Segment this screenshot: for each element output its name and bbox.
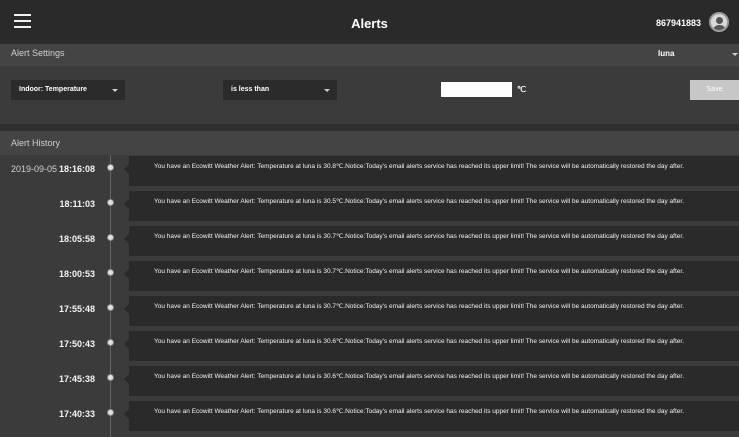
chevron-down-icon — [112, 89, 118, 92]
timeline-dot-icon — [107, 339, 114, 346]
entry-message: You have an Ecowitt Weather Alert: Tempe… — [124, 191, 739, 221]
unit-label: ℃ — [517, 85, 526, 94]
entry-time: 17:40:33 — [58, 409, 95, 419]
list-item: 17:40:33 You have an Ecowitt Weather Ale… — [0, 400, 739, 431]
entry-time: 18:00:53 — [58, 269, 95, 279]
chevron-down-icon — [324, 89, 330, 92]
timeline-dot-icon — [107, 234, 114, 241]
timeline-dot-icon — [107, 374, 114, 381]
alert-history-header: Alert History — [0, 131, 739, 155]
list-item: 17:45:38 You have an Ecowitt Weather Ale… — [0, 365, 739, 396]
parameter-select[interactable]: Indoor: Temperature — [11, 80, 125, 100]
entry-date: 2019-09-05 — [11, 164, 58, 174]
timeline-dot-icon — [107, 269, 114, 276]
timeline-dot-icon — [107, 164, 114, 171]
entry-message: You have an Ecowitt Weather Alert: Tempe… — [124, 331, 739, 361]
threshold-input[interactable] — [441, 82, 512, 97]
alert-history-list[interactable]: 2019-09-05 18:16:08 You have an Ecowitt … — [0, 155, 739, 437]
entry-time: 18:11:03 — [59, 199, 95, 209]
entry-message: You have an Ecowitt Weather Alert: Tempe… — [124, 261, 739, 291]
entry-time: 17:50:43 — [58, 339, 95, 349]
chevron-down-icon — [732, 53, 738, 56]
avatar-icon[interactable] — [709, 12, 729, 32]
condition-select-value: is less than — [231, 86, 270, 93]
station-select-value: luna — [658, 49, 675, 58]
entry-time: 17:55:48 — [58, 304, 95, 314]
list-item: 17:50:43 You have an Ecowitt Weather Ale… — [0, 330, 739, 361]
alert-settings-label: Alert Settings — [11, 48, 65, 58]
list-item: 18:11:03 You have an Ecowitt Weather Ale… — [0, 190, 739, 221]
parameter-select-value: Indoor: Temperature — [19, 86, 87, 93]
section-divider — [0, 124, 739, 131]
condition-select[interactable]: is less than — [223, 80, 337, 100]
alert-history-label: Alert History — [11, 138, 61, 148]
entry-message: You have an Ecowitt Weather Alert: Tempe… — [124, 226, 739, 256]
timeline-dot-icon — [107, 304, 114, 311]
top-bar: Alerts 867941883 — [0, 0, 739, 44]
entry-message: You have an Ecowitt Weather Alert: Tempe… — [124, 366, 739, 396]
list-item: 17:55:48 You have an Ecowitt Weather Ale… — [0, 295, 739, 326]
user-id[interactable]: 867941883 — [656, 18, 701, 28]
entry-time: 17:45:38 — [58, 374, 95, 384]
station-select[interactable]: luna — [652, 49, 739, 61]
page-title: Alerts — [351, 16, 388, 31]
save-button[interactable]: Save — [690, 80, 739, 100]
list-item: 18:05:58 You have an Ecowitt Weather Ale… — [0, 225, 739, 256]
alert-settings-form: Indoor: Temperature is less than ℃ Save — [0, 66, 739, 124]
list-item: 2019-09-05 18:16:08 You have an Ecowitt … — [0, 155, 739, 186]
entry-message: You have an Ecowitt Weather Alert: Tempe… — [124, 156, 739, 186]
timeline-dot-icon — [107, 409, 114, 416]
alert-settings-header: Alert Settings luna — [0, 44, 739, 66]
timeline-dot-icon — [107, 199, 114, 206]
list-item: 18:00:53 You have an Ecowitt Weather Ale… — [0, 260, 739, 291]
entry-time: 18:16:08 — [58, 164, 95, 174]
entry-message: You have an Ecowitt Weather Alert: Tempe… — [124, 296, 739, 326]
entry-time: 18:05:58 — [58, 234, 95, 244]
entry-message: You have an Ecowitt Weather Alert: Tempe… — [124, 401, 739, 431]
